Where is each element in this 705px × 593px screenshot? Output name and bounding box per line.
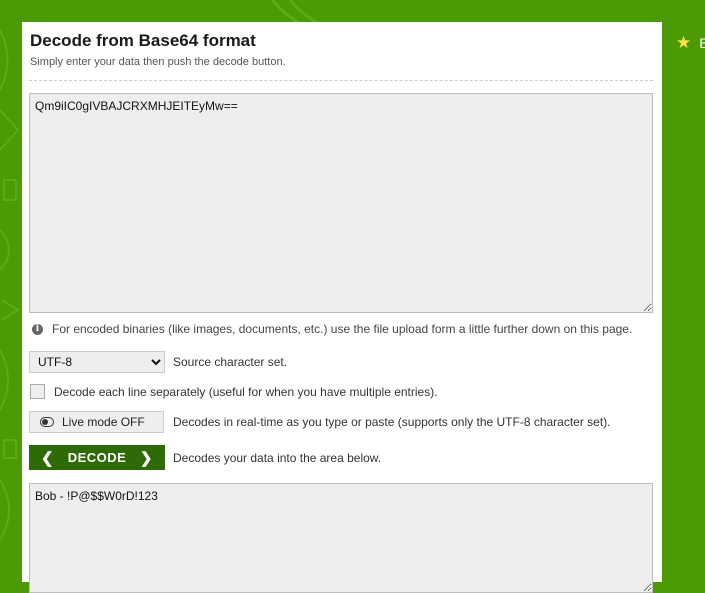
live-mode-button-label: Live mode OFF xyxy=(62,415,145,429)
sidebar-favorite-label: B xyxy=(699,35,705,51)
page-subtitle: Simply enter your data then push the dec… xyxy=(30,56,286,68)
charset-label: Source character set. xyxy=(173,355,288,369)
info-text: For encoded binaries (like images, docum… xyxy=(52,322,633,336)
decode-button[interactable]: ❮ DECODE ❯ xyxy=(29,445,165,470)
info-icon: i xyxy=(32,323,43,335)
chevron-left-icon: ❮ xyxy=(41,449,55,467)
decode-row: ❮ DECODE ❯ Decodes your data into the ar… xyxy=(29,445,381,470)
decode-label: Decodes your data into the area below. xyxy=(173,450,382,465)
divider xyxy=(29,80,653,81)
decoded-output[interactable]: Bob - !P@$$W0rD!123 xyxy=(29,483,653,593)
live-mode-label: Decodes in real-time as you type or past… xyxy=(173,415,611,429)
charset-row: UTF-8 Source character set. xyxy=(29,351,287,373)
encoded-input[interactable]: Qm9iIC0gIVBAJCRXMHJEITEyMw== xyxy=(29,93,653,313)
sidebar-favorite[interactable]: ★ B xyxy=(676,33,705,53)
live-mode-button[interactable]: Live mode OFF xyxy=(29,411,164,433)
background-decoration xyxy=(0,0,22,582)
decode-panel: Decode from Base64 format Simply enter y… xyxy=(22,22,662,593)
page-title: Decode from Base64 format xyxy=(30,31,256,50)
chevron-right-icon: ❯ xyxy=(139,449,153,467)
lines-row: Decode each line separately (useful for … xyxy=(29,384,438,399)
decode-button-label: DECODE xyxy=(67,450,127,465)
top-decoration xyxy=(22,0,662,22)
live-row: Live mode OFF Decodes in real-time as yo… xyxy=(29,411,611,433)
decode-lines-label: Decode each line separately (useful for … xyxy=(54,384,438,399)
charset-select[interactable]: UTF-8 xyxy=(29,351,165,373)
star-icon: ★ xyxy=(676,33,692,52)
info-note: i For encoded binaries (like images, doc… xyxy=(32,322,632,336)
decode-lines-checkbox[interactable] xyxy=(30,384,45,399)
toggle-icon xyxy=(40,417,54,427)
